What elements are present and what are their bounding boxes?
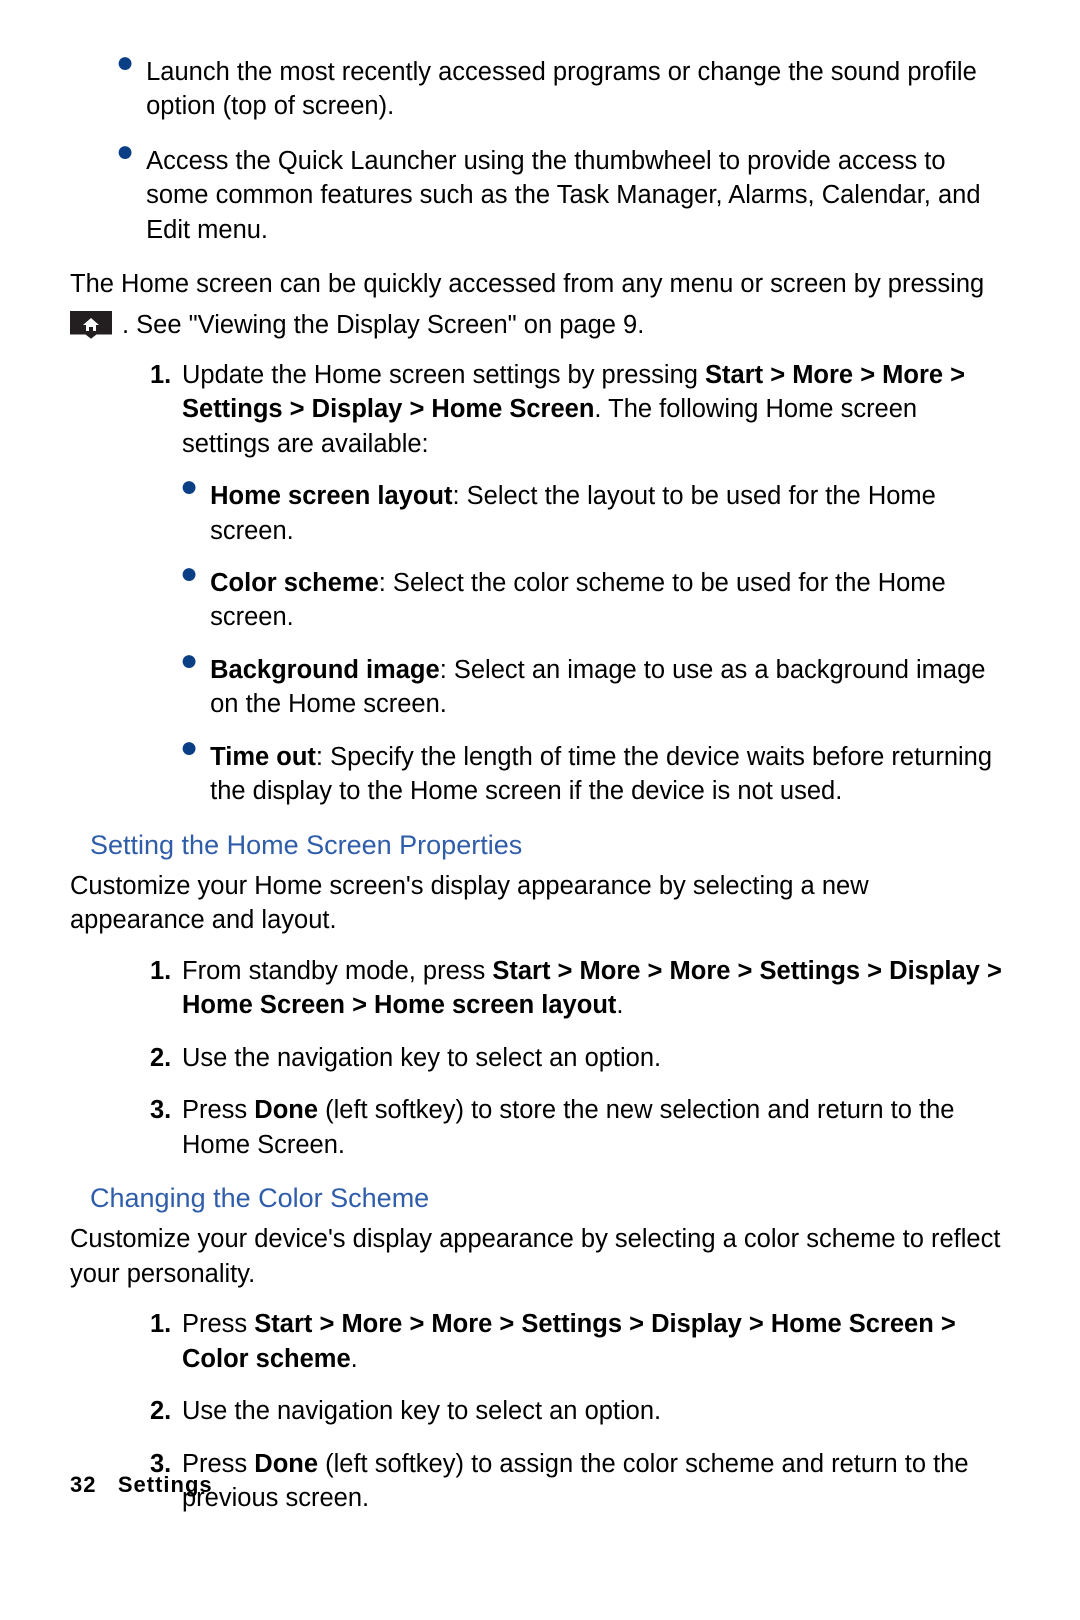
step-text: Use the navigation key to select an opti… — [182, 1041, 1010, 1075]
bullet-text: Access the Quick Launcher using the thum… — [146, 144, 1010, 247]
step-number: 2. — [150, 1394, 182, 1428]
step-2: 2. Use the navigation key to select an o… — [150, 1041, 1010, 1075]
step-text: Press Start > More > More > Settings > D… — [182, 1307, 1010, 1376]
bullet-text: Launch the most recently accessed progra… — [146, 55, 1010, 124]
page: ● Launch the most recently accessed prog… — [0, 0, 1080, 1620]
ordered-list-2: 1. From standby mode, press Start > More… — [150, 954, 1010, 1162]
step-number: 3. — [150, 1093, 182, 1127]
bullet-icon: ● — [180, 479, 198, 495]
list-item: ● Color scheme: Select the color scheme … — [180, 566, 1010, 635]
step-1: 1. Press Start > More > More > Settings … — [150, 1307, 1010, 1376]
page-footer: 32 Settings — [70, 1470, 213, 1500]
section3-para: Customize your device's display appearan… — [70, 1222, 1010, 1291]
bullet-icon: ● — [116, 144, 134, 160]
list-item: ● Access the Quick Launcher using the th… — [116, 144, 1010, 247]
para-home-access-2: . See "Viewing the Display Screen" on pa… — [70, 308, 1010, 342]
intro-bullets: ● Launch the most recently accessed prog… — [116, 55, 1010, 247]
step-text: Use the navigation key to select an opti… — [182, 1394, 1010, 1428]
sub-bullets: ● Home screen layout: Select the layout … — [180, 479, 1010, 808]
step-number: 1. — [150, 954, 182, 988]
footer-section: Settings — [118, 1472, 213, 1497]
step-1: 1. From standby mode, press Start > More… — [150, 954, 1010, 1023]
step-text: Press Done (left softkey) to store the n… — [182, 1093, 1010, 1162]
page-number: 32 — [70, 1472, 96, 1497]
bullet-icon: ● — [180, 740, 198, 756]
para-home-access-1: The Home screen can be quickly accessed … — [70, 267, 1010, 301]
bullet-icon: ● — [116, 55, 134, 71]
section2-para: Customize your Home screen's display app… — [70, 869, 1010, 938]
heading-changing-color-scheme: Changing the Color Scheme — [90, 1180, 1010, 1216]
step-number: 1. — [150, 1307, 182, 1341]
list-item: ● Background image: Select an image to u… — [180, 653, 1010, 722]
bullet-icon: ● — [180, 566, 198, 582]
heading-setting-home-screen-properties: Setting the Home Screen Properties — [90, 827, 1010, 863]
list-item: ● Home screen layout: Select the layout … — [180, 479, 1010, 548]
ordered-list-1: 1. Update the Home screen settings by pr… — [150, 358, 1010, 809]
list-item: ● Launch the most recently accessed prog… — [116, 55, 1010, 124]
step-2: 2. Use the navigation key to select an o… — [150, 1394, 1010, 1428]
home-key-icon — [70, 311, 112, 339]
bullet-icon: ● — [180, 653, 198, 669]
step-text: From standby mode, press Start > More > … — [182, 954, 1010, 1023]
ordered-list-3: 1. Press Start > More > More > Settings … — [150, 1307, 1010, 1515]
step-number: 2. — [150, 1041, 182, 1075]
para-home-access-text: . See "Viewing the Display Screen" on pa… — [122, 308, 644, 342]
step-1: 1. Update the Home screen settings by pr… — [150, 358, 1010, 461]
step-number: 1. — [150, 358, 182, 392]
list-item: ● Time out: Specify the length of time t… — [180, 740, 1010, 809]
step-text: Press Done (left softkey) to assign the … — [182, 1447, 1010, 1516]
step-text: Update the Home screen settings by press… — [182, 358, 1010, 461]
step-3: 3. Press Done (left softkey) to assign t… — [150, 1447, 1010, 1516]
step-3: 3. Press Done (left softkey) to store th… — [150, 1093, 1010, 1162]
